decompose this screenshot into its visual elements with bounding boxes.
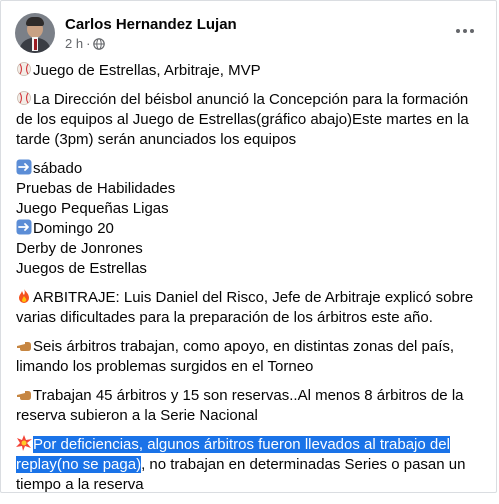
post-text: Juego de Estrellas, Arbitraje, MVP La Di… (16, 61, 486, 504)
post-headline: Juego de Estrellas, Arbitraje, MVP (33, 62, 261, 79)
right-arrow-icon (16, 219, 32, 235)
baseball-icon (17, 91, 31, 105)
right-arrow-icon (16, 159, 32, 175)
text-line: Domingo 20 (33, 220, 114, 237)
text-line: Trabajan 45 árbitros y 15 son reservas..… (33, 387, 464, 404)
text-line: varias dificultades para la preparación … (16, 309, 433, 326)
text-line: La Dirección del béisbol anunció la Conc… (33, 91, 469, 108)
text-line: de los equipos al Juego de Estrellas(grá… (16, 111, 469, 128)
post-header: Carlos Hernandez Lujan 2 h · (15, 13, 484, 57)
post-time[interactable]: 2 h (65, 36, 83, 51)
avatar[interactable] (15, 13, 55, 53)
post-card: Carlos Hernandez Lujan 2 h · Juego de Es… (0, 0, 497, 493)
meta-separator: · (86, 36, 91, 51)
paragraph-schedule: sábado Pruebas de Habilidades Juego Pequ… (16, 159, 486, 279)
more-dots-icon (456, 29, 460, 33)
collision-icon (16, 435, 32, 451)
pointing-hand-icon (17, 342, 31, 351)
text-line: Derby de Jonrones (16, 240, 143, 257)
paragraph-arbitraje: ARBITRAJE: Luis Daniel del Risco, Jefe d… (16, 288, 486, 328)
text-line: , no trabajan en determinadas Series o p… (141, 456, 466, 473)
text-line: tiempo a la reserva (16, 476, 144, 493)
fire-icon (19, 289, 29, 303)
text-line: reserva subieron a la Serie Nacional (16, 407, 258, 424)
text-line: Seis árbitros trabajan, como apoyo, en d… (33, 338, 455, 355)
paragraph-announcement: La Dirección del béisbol anunció la Conc… (16, 90, 486, 150)
paragraph-deficiencies: Por deficiencias, algunos árbitros fuero… (16, 435, 486, 495)
selected-text[interactable]: replay(no se paga) (16, 456, 142, 473)
text-line: Juegos de Estrellas (16, 260, 147, 277)
globe-icon[interactable] (93, 37, 106, 50)
post-meta: 2 h · (65, 36, 106, 51)
pointing-hand-icon (17, 391, 31, 400)
text-line: tarde (3pm) serán anunciados los equipos (16, 131, 297, 148)
more-options-button[interactable] (452, 21, 478, 41)
selected-text[interactable]: Por deficiencias, algunos árbitros fuero… (33, 436, 450, 453)
text-line: Pruebas de Habilidades (16, 180, 176, 197)
text-line: sábado (33, 160, 83, 177)
paragraph-reserves: Trabajan 45 árbitros y 15 son reservas..… (16, 386, 486, 426)
author-name[interactable]: Carlos Hernandez Lujan (65, 16, 237, 33)
text-line: Juego Pequeñas Ligas (16, 200, 169, 217)
paragraph-title: Juego de Estrellas, Arbitraje, MVP (16, 61, 486, 81)
paragraph-support: Seis árbitros trabajan, como apoyo, en d… (16, 337, 486, 377)
text-line: ARBITRAJE: Luis Daniel del Risco, Jefe d… (33, 289, 474, 306)
baseball-icon (17, 62, 31, 76)
text-line: limando los problemas surgidos en el Tor… (16, 358, 314, 375)
